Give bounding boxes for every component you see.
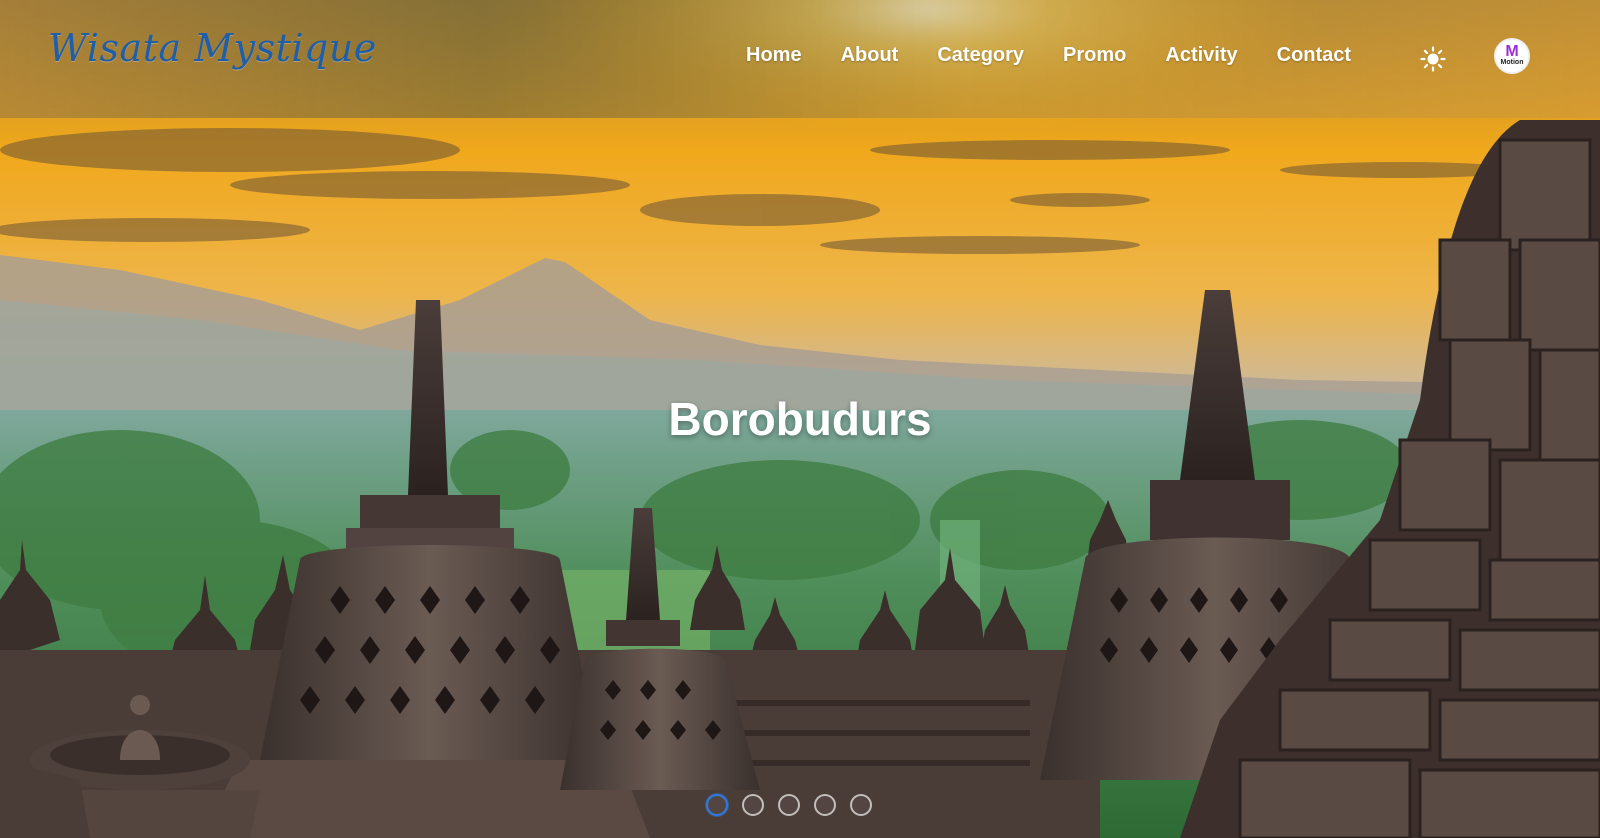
carousel-indicators [706,794,872,816]
carousel-dot-5[interactable] [850,794,872,816]
sun-icon [1420,46,1446,72]
carousel-dot-4[interactable] [814,794,836,816]
hero-title: Borobudurs [668,393,932,445]
nav-link-activity[interactable]: Activity [1165,44,1237,67]
nav-link-category[interactable]: Category [937,44,1024,67]
profile-avatar[interactable]: M Motion [1494,38,1530,74]
nav-link-home[interactable]: Home [746,44,802,67]
carousel-dot-1[interactable] [706,794,728,816]
nav-link-about[interactable]: About [841,44,899,67]
theme-toggle-button[interactable] [1420,46,1446,72]
carousel-dot-3[interactable] [778,794,800,816]
navbar: Wisata Mystique Home About Category Prom… [0,0,1600,118]
carousel-dot-2[interactable] [742,794,764,816]
nav-link-promo[interactable]: Promo [1063,44,1126,67]
nav-links: Home About Category Promo Activity Conta… [746,44,1390,67]
brand-logo[interactable]: Wisata Mystique [48,26,377,70]
avatar-logo-text: Motion [1500,59,1524,66]
nav-link-contact[interactable]: Contact [1277,44,1351,67]
avatar-logo-letter: M [1505,43,1519,60]
